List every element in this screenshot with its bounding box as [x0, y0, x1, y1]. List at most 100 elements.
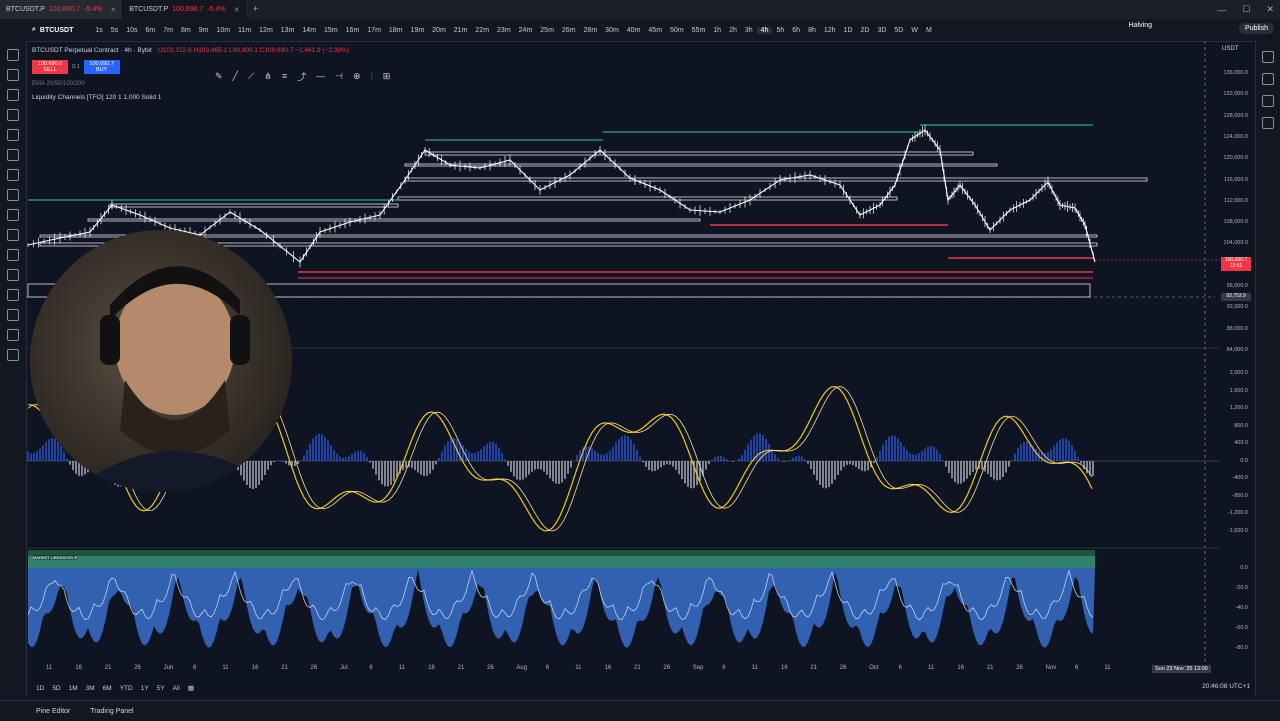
ema-indicator-label[interactable]: EMA 20/50/100/200	[32, 81, 85, 87]
time-tick: 11	[1104, 665, 1111, 671]
pine-editor-tab[interactable]: Pine Editor	[36, 708, 70, 715]
time-tick: 11	[222, 665, 229, 671]
horizontal-line-icon[interactable]: —	[316, 71, 325, 81]
price-axis[interactable]: 136,000.0 132,000.0 128,000.0 124,000.0 120,…	[1222, 0, 1252, 660]
osc1-tick: 800.0	[1234, 422, 1248, 429]
liquidity-channel	[87, 218, 701, 222]
time-tick: Jul	[340, 665, 348, 671]
time-tick: Nov	[1045, 665, 1057, 671]
osc1-tick: 0.0	[1240, 457, 1248, 464]
pitchfork-icon[interactable]: ⋔	[264, 71, 272, 82]
time-tick: 26	[1016, 665, 1023, 671]
price-tick: 92,000.0	[1226, 304, 1248, 311]
time-tick: 21	[104, 665, 112, 671]
price-tick: 96,000.0	[1226, 283, 1248, 289]
time-tick: 16	[75, 665, 83, 671]
current-price-time: 13:51	[1229, 263, 1243, 269]
time-tick: 6	[898, 665, 902, 671]
osc2-tick: -80.0	[1235, 645, 1248, 651]
spread-value: 0.1	[72, 64, 80, 70]
grid-icon[interactable]: ⊞	[383, 71, 391, 82]
range-selector: 1D 5D 1M 3M 6M YTD 1Y 5Y All ▦	[26, 680, 1266, 696]
range-All[interactable]: All	[173, 685, 180, 692]
liquidity-channel	[424, 151, 974, 156]
lines-icon[interactable]: ≡	[282, 71, 287, 81]
crosshair-icon[interactable]: ⊕	[353, 71, 361, 82]
time-tick: 11	[398, 665, 406, 671]
range-1D[interactable]: 1D	[36, 685, 44, 692]
pencil-icon[interactable]: ✎	[215, 71, 223, 82]
ray-icon[interactable]: ⟋	[248, 71, 254, 82]
price-tick: 124,000.0	[1223, 133, 1248, 140]
chart-legend: BTCUSDT Perpetual Contract · 4h · Bybit …	[32, 45, 349, 56]
time-tick: 16	[428, 665, 435, 671]
bottom-panel-bar: Pine Editor Trading Panel	[0, 700, 1280, 721]
webcam-overlay	[30, 230, 292, 492]
time-tick: Sep	[692, 665, 704, 671]
time-tick: 16	[604, 665, 612, 671]
time-tick: 21	[634, 665, 641, 671]
time-tick: Aug	[516, 665, 528, 671]
time-axis[interactable]: 11 16 21 26 Jun 6 11 16 21 26 Jul 6 11 16 21 26 Aug 6 11 16…	[26, 662, 1256, 674]
time-tick: 6	[545, 665, 550, 671]
price-tick: 116,000.0	[1223, 176, 1248, 183]
osc2-tick: 0.0	[1240, 565, 1248, 571]
osc1-tick: 1,200.0	[1229, 405, 1248, 411]
time-tick: 21	[986, 665, 994, 671]
buy-button[interactable]: 100,690.7 BUY	[83, 60, 120, 74]
osc1-tick: 2,000.0	[1229, 370, 1248, 376]
liquidity-channel	[397, 196, 898, 201]
channel-icon[interactable]: ⫶	[371, 71, 373, 82]
osc1-tick: -1,600.0	[1227, 527, 1248, 534]
range-6M[interactable]: 6M	[103, 685, 112, 692]
calendar-icon[interactable]: ▦	[188, 684, 194, 692]
price-tick: 88,000.0	[1226, 325, 1248, 332]
range-YTD[interactable]: YTD	[120, 685, 133, 692]
time-tick: 21	[457, 665, 465, 671]
crosshair-time-tag: Sun 23 Nov '25 13:00	[1152, 665, 1211, 673]
osc2-tick: -60.0	[1235, 625, 1248, 631]
osc2-tick: -20.0	[1235, 585, 1248, 591]
trendline-icon[interactable]: ╱	[233, 71, 238, 82]
streamer-silhouette	[70, 266, 280, 492]
time-tick: 16	[957, 665, 965, 671]
osc2-tick: -40.0	[1235, 605, 1248, 611]
time-tick: 26	[663, 665, 671, 671]
time-tick: 11	[928, 665, 935, 671]
liquidity-channel	[404, 177, 1148, 182]
trade-buttons: 100,690.6 SELL 0.1 100,690.7 BUY	[32, 60, 120, 74]
osc1-tick: 1,600.0	[1229, 387, 1248, 394]
floating-drawing-toolbar: ✎ ╱ ⟋ ⋔ ≡ ⤴ — ⊣ ⊕ ⫶ ⊞	[215, 68, 390, 84]
time-tick: 11	[46, 665, 53, 671]
range-5D[interactable]: 5D	[52, 685, 60, 692]
liquidity-indicator-label[interactable]: Liquidity Channels [TFO] 120 1 1,000 Sol…	[32, 94, 161, 101]
time-tick: 26	[134, 665, 141, 671]
range-1Y[interactable]: 1Y	[141, 685, 149, 692]
time-tick: Oct	[869, 665, 879, 671]
time-tick: 6	[369, 665, 373, 671]
price-tick: 132,000.0	[1223, 91, 1248, 98]
price-tick: 128,000.0	[1223, 112, 1248, 119]
osc1-tick: -800.0	[1232, 492, 1248, 499]
measure-icon[interactable]: ⊣	[335, 71, 343, 82]
time-tick: 26	[487, 665, 494, 671]
time-tick: 16	[781, 665, 788, 671]
range-5Y[interactable]: 5Y	[157, 685, 165, 692]
crosshair-price-tag: 93,753.9	[1221, 293, 1251, 301]
liquidity-channel	[109, 203, 399, 208]
utc-clock[interactable]: 20:46:08 UTC+1	[1202, 683, 1250, 690]
osc1-tick: -1,200.0	[1227, 510, 1248, 516]
time-tick: 6	[1075, 665, 1079, 671]
path-icon[interactable]: ⤴	[297, 70, 306, 83]
osc1-tick: -400.0	[1232, 475, 1248, 481]
range-1M[interactable]: 1M	[69, 685, 78, 692]
price-tick: 112,000.0	[1223, 197, 1248, 204]
trading-panel-tab[interactable]: Trading Panel	[90, 708, 133, 715]
sell-button[interactable]: 100,690.6 SELL	[32, 60, 68, 74]
current-price-tag: 100,690.7 13:51	[1221, 257, 1251, 271]
range-3M[interactable]: 3M	[86, 685, 95, 692]
sell-label: SELL	[43, 67, 57, 73]
time-tick: 6	[722, 665, 726, 671]
legend-ohlc: O103,152.6 H103,465.1 L99,900.1 C100,690…	[157, 47, 349, 54]
legend-title[interactable]: BTCUSDT Perpetual Contract · 4h · Bybit	[32, 47, 152, 54]
